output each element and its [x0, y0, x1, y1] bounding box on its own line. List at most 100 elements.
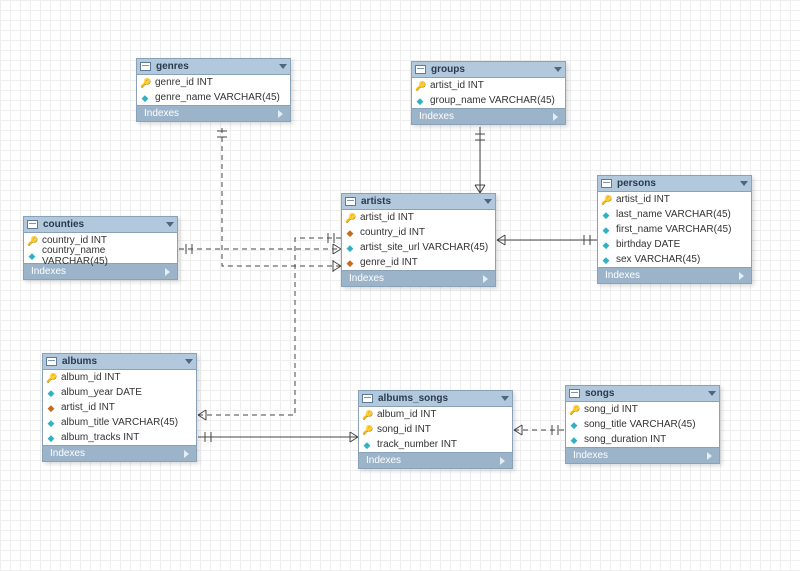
chevron-down-icon	[185, 359, 193, 364]
field-row[interactable]: 🔑artist_id INT	[342, 210, 495, 225]
field-row[interactable]: ◆first_name VARCHAR(45)	[598, 222, 751, 237]
field-row[interactable]: ◆country_id INT	[342, 225, 495, 240]
table-icon	[601, 179, 612, 188]
field-row[interactable]: ◆artist_site_url VARCHAR(45)	[342, 240, 495, 255]
indexes-footer[interactable]: Indexes	[359, 452, 512, 468]
entity-title: artists	[361, 196, 484, 207]
chevron-down-icon	[166, 222, 174, 227]
entity-header[interactable]: albums	[43, 354, 196, 370]
entity-header[interactable]: persons	[598, 176, 751, 192]
table-icon	[345, 197, 356, 206]
field-row[interactable]: ◆sex VARCHAR(45)	[598, 252, 751, 267]
fk-key-icon: 🔑	[362, 410, 372, 420]
attr-diamond-icon: ◆	[46, 388, 56, 398]
triangle-right-icon	[483, 275, 488, 283]
indexes-footer[interactable]: Indexes	[43, 445, 196, 461]
field-row[interactable]: 🔑album_id INT	[43, 370, 196, 385]
entity-header[interactable]: albums_songs	[359, 391, 512, 407]
field-row[interactable]: 🔑artist_id INT	[598, 192, 751, 207]
chevron-down-icon	[708, 391, 716, 396]
triangle-right-icon	[707, 452, 712, 460]
triangle-right-icon	[278, 110, 283, 118]
fk-key-icon: 🔑	[362, 425, 372, 435]
entity-counties[interactable]: counties 🔑country_id INT ◆country_name V…	[23, 216, 178, 280]
entity-albums[interactable]: albums 🔑album_id INT ◆album_year DATE ◆a…	[42, 353, 197, 462]
indexes-footer[interactable]: Indexes	[412, 108, 565, 124]
indexes-footer[interactable]: Indexes	[566, 447, 719, 463]
entity-title: albums	[62, 356, 185, 367]
attr-diamond-icon: ◆	[601, 210, 611, 220]
chevron-down-icon	[279, 64, 287, 69]
entity-header[interactable]: genres	[137, 59, 290, 75]
entity-header[interactable]: counties	[24, 217, 177, 233]
indexes-footer[interactable]: Indexes	[598, 267, 751, 283]
field-row[interactable]: ◆song_title VARCHAR(45)	[566, 417, 719, 432]
field-row[interactable]: 🔑genre_id INT	[137, 75, 290, 90]
attr-diamond-icon: ◆	[415, 96, 425, 106]
pk-key-icon: 🔑	[27, 236, 37, 246]
entity-header[interactable]: artists	[342, 194, 495, 210]
field-row[interactable]: ◆track_number INT	[359, 437, 512, 452]
field-row[interactable]: 🔑song_id INT	[359, 422, 512, 437]
field-row[interactable]: ◆genre_id INT	[342, 255, 495, 270]
table-icon	[140, 62, 151, 71]
indexes-footer[interactable]: Indexes	[137, 105, 290, 121]
table-icon	[415, 65, 426, 74]
field-row[interactable]: 🔑album_id INT	[359, 407, 512, 422]
attr-diamond-icon: ◆	[601, 240, 611, 250]
fk-diamond-icon: ◆	[345, 258, 355, 268]
entity-title: genres	[156, 61, 279, 72]
attr-diamond-icon: ◆	[46, 433, 56, 443]
triangle-right-icon	[184, 450, 189, 458]
attr-diamond-icon: ◆	[46, 418, 56, 428]
attr-diamond-icon: ◆	[362, 440, 372, 450]
attr-diamond-icon: ◆	[345, 243, 355, 253]
pk-key-icon: 🔑	[345, 213, 355, 223]
chevron-down-icon	[484, 199, 492, 204]
attr-diamond-icon: ◆	[569, 435, 579, 445]
entity-groups[interactable]: groups 🔑artist_id INT ◆group_name VARCHA…	[411, 61, 566, 125]
entity-title: counties	[43, 219, 166, 230]
entity-albums-songs[interactable]: albums_songs 🔑album_id INT 🔑song_id INT …	[358, 390, 513, 469]
field-list: 🔑artist_id INT ◆last_name VARCHAR(45) ◆f…	[598, 192, 751, 267]
field-row[interactable]: ◆album_tracks INT	[43, 430, 196, 445]
field-row[interactable]: 🔑song_id INT	[566, 402, 719, 417]
attr-diamond-icon: ◆	[140, 93, 150, 103]
fk-diamond-icon: ◆	[345, 228, 355, 238]
field-row[interactable]: ◆artist_id INT	[43, 400, 196, 415]
entity-header[interactable]: songs	[566, 386, 719, 402]
entity-songs[interactable]: songs 🔑song_id INT ◆song_title VARCHAR(4…	[565, 385, 720, 464]
pk-key-icon: 🔑	[140, 78, 150, 88]
field-row[interactable]: ◆song_duration INT	[566, 432, 719, 447]
field-list: 🔑album_id INT ◆album_year DATE ◆artist_i…	[43, 370, 196, 445]
field-row[interactable]: 🔑artist_id INT	[412, 78, 565, 93]
pk-key-icon: 🔑	[46, 373, 56, 383]
chevron-down-icon	[740, 181, 748, 186]
field-list: 🔑album_id INT 🔑song_id INT ◆track_number…	[359, 407, 512, 452]
field-row[interactable]: ◆genre_name VARCHAR(45)	[137, 90, 290, 105]
field-list: 🔑song_id INT ◆song_title VARCHAR(45) ◆so…	[566, 402, 719, 447]
indexes-footer[interactable]: Indexes	[342, 270, 495, 286]
entity-title: albums_songs	[378, 393, 501, 404]
field-row[interactable]: ◆birthday DATE	[598, 237, 751, 252]
table-icon	[46, 357, 57, 366]
triangle-right-icon	[739, 272, 744, 280]
field-list: 🔑genre_id INT ◆genre_name VARCHAR(45)	[137, 75, 290, 105]
attr-diamond-icon: ◆	[601, 255, 611, 265]
entity-genres[interactable]: genres 🔑genre_id INT ◆genre_name VARCHAR…	[136, 58, 291, 122]
table-icon	[27, 220, 38, 229]
chevron-down-icon	[554, 67, 562, 72]
fk-key-icon: 🔑	[415, 81, 425, 91]
entity-header[interactable]: groups	[412, 62, 565, 78]
entity-artists[interactable]: artists 🔑artist_id INT ◆country_id INT ◆…	[341, 193, 496, 287]
entity-persons[interactable]: persons 🔑artist_id INT ◆last_name VARCHA…	[597, 175, 752, 284]
pk-key-icon: 🔑	[569, 405, 579, 415]
field-row[interactable]: ◆country_name VARCHAR(45)	[24, 248, 177, 263]
field-row[interactable]: ◆last_name VARCHAR(45)	[598, 207, 751, 222]
entity-title: groups	[431, 64, 554, 75]
field-row[interactable]: ◆album_year DATE	[43, 385, 196, 400]
entity-title: persons	[617, 178, 740, 189]
field-row[interactable]: ◆group_name VARCHAR(45)	[412, 93, 565, 108]
triangle-right-icon	[553, 113, 558, 121]
field-row[interactable]: ◆album_title VARCHAR(45)	[43, 415, 196, 430]
